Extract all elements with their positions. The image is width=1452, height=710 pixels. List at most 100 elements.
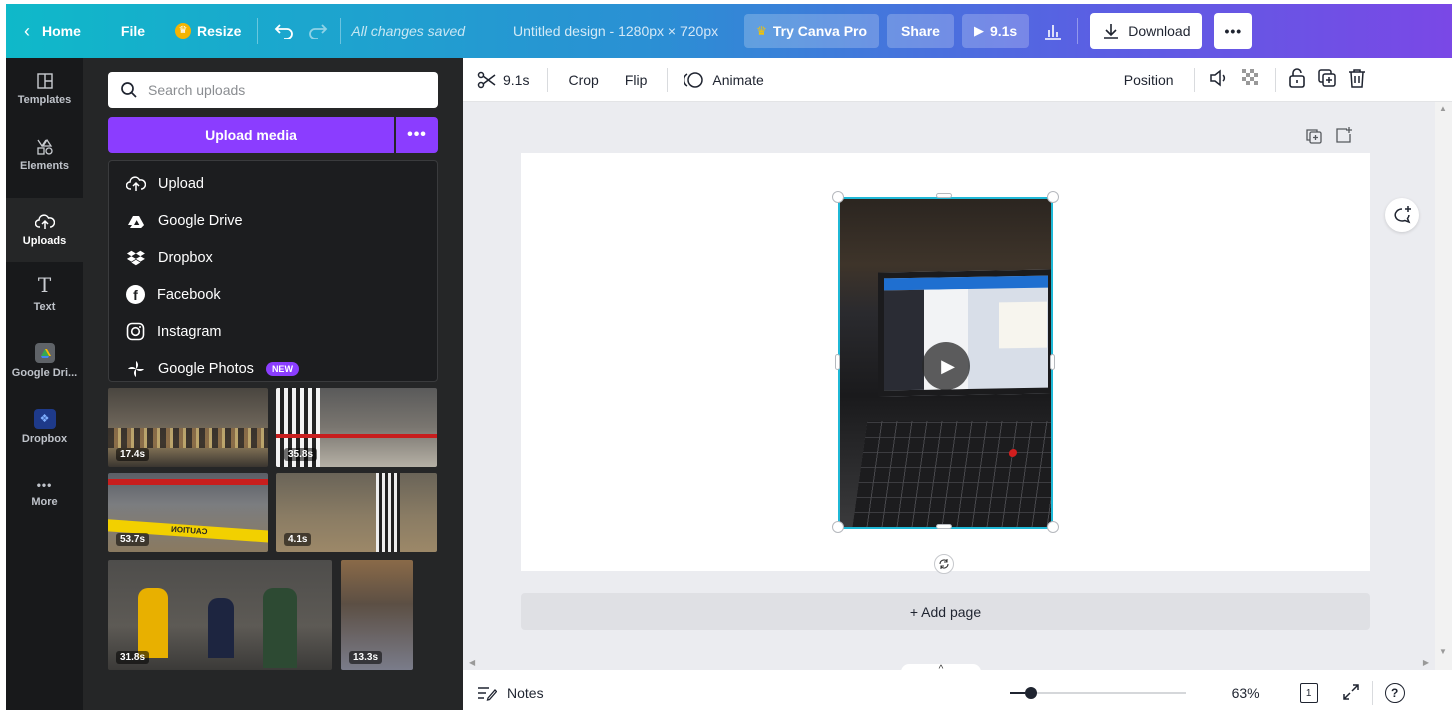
download-button[interactable]: Download (1090, 13, 1203, 49)
upload-thumbnail[interactable]: 17.4s (108, 388, 268, 467)
resize-handle[interactable] (832, 521, 844, 533)
trim-button[interactable]: 9.1s (477, 71, 529, 89)
divider (1371, 681, 1373, 705)
undo-button[interactable] (274, 23, 294, 39)
show-pages-tab[interactable]: ^ (901, 664, 981, 676)
rail-item-templates[interactable]: Templates (6, 58, 83, 120)
upload-thumbnail[interactable]: 13.3s (341, 560, 413, 670)
delete-button[interactable] (1348, 68, 1366, 91)
video-play-button[interactable]: ▶ (922, 342, 970, 390)
rail-item-text[interactable]: T Text (6, 262, 83, 324)
search-box[interactable] (108, 72, 438, 108)
scroll-up-arrow: ▲ (1439, 104, 1447, 113)
page-duplicate-button[interactable] (1306, 128, 1322, 149)
download-label: Download (1128, 23, 1191, 39)
fullscreen-button[interactable] (1342, 683, 1360, 704)
menu-item-dropbox[interactable]: Dropbox (109, 239, 437, 276)
top-bar: ‹ Home File ♛ Resize All changes saved U… (6, 4, 1452, 58)
upload-thumbnail[interactable]: CAUTION 53.7s (108, 473, 268, 552)
resize-handle[interactable] (1050, 354, 1055, 370)
redo-button[interactable] (308, 23, 328, 39)
resize-handle[interactable] (936, 524, 952, 529)
resize-handle[interactable] (835, 354, 840, 370)
position-button[interactable]: Position (1124, 72, 1174, 88)
try-canva-pro-button[interactable]: ♛ Try Canva Pro (744, 14, 880, 48)
instagram-icon (126, 322, 145, 341)
rail-item-more[interactable]: ••• More (6, 462, 83, 524)
rail-item-uploads[interactable]: Uploads (6, 198, 83, 262)
new-badge: NEW (265, 361, 299, 376)
flip-button[interactable]: Flip (625, 72, 648, 88)
document-title[interactable]: Untitled design - 1280px × 720px (513, 23, 718, 39)
notes-label: Notes (507, 685, 544, 701)
animate-button[interactable]: Animate (684, 71, 764, 89)
upload-thumbnail[interactable]: 4.1s (276, 473, 437, 552)
home-button[interactable]: ‹ Home (24, 21, 81, 42)
context-toolbar: 9.1s Crop Flip Animate Position (463, 58, 1452, 102)
zoom-track-fill (1009, 692, 1025, 694)
upload-thumbnail[interactable]: 31.8s (108, 560, 332, 670)
resize-handle[interactable] (832, 191, 844, 203)
crop-button[interactable]: Crop (568, 72, 598, 88)
video-element[interactable]: ▶ (838, 197, 1053, 529)
animate-icon (684, 71, 704, 88)
upload-thumbnail[interactable]: 35.8s (276, 388, 437, 467)
help-button[interactable]: ? (1384, 683, 1405, 703)
side-navigation-rail: Templates Elements Uploads T Text Google… (6, 58, 83, 710)
add-page-button[interactable]: + Add page (521, 593, 1370, 630)
resize-button[interactable]: ♛ Resize (175, 23, 241, 39)
divider (340, 18, 342, 44)
lock-button[interactable] (1288, 68, 1306, 91)
rotate-handle[interactable] (934, 554, 954, 574)
duration-label: 17.4s (116, 448, 150, 461)
volume-icon (1209, 69, 1225, 87)
volume-button[interactable] (1209, 69, 1229, 90)
add-page-icon-button[interactable] (1335, 126, 1353, 149)
menu-item-facebook[interactable]: f Facebook (109, 276, 437, 313)
menu-item-label: Upload (158, 175, 204, 192)
vertical-scrollbar[interactable]: ▲ ▼ (1435, 102, 1452, 670)
zoom-slider[interactable] (1009, 685, 1186, 701)
resize-handle[interactable] (936, 193, 952, 198)
expand-icon (1342, 683, 1359, 700)
crown-icon: ♛ (756, 24, 767, 38)
rail-item-dropbox[interactable]: ❖ Dropbox (6, 396, 83, 458)
insights-button[interactable] (1043, 22, 1063, 40)
menu-item-google-photos[interactable]: Google Photos NEW (109, 350, 437, 387)
design-page[interactable]: ▶ (521, 153, 1370, 574)
menu-item-upload[interactable]: Upload (109, 165, 437, 202)
menu-item-google-drive[interactable]: Google Drive (109, 202, 437, 239)
duplicate-button[interactable] (1317, 69, 1336, 90)
duration-label: 31.8s (116, 651, 150, 664)
rotate-icon (939, 559, 949, 569)
play-button[interactable]: ▶ 9.1s (961, 14, 1030, 48)
divider (1193, 67, 1195, 92)
more-options-button[interactable]: ••• (1214, 13, 1253, 49)
duration-label: 13.3s (349, 651, 383, 664)
upload-options-button[interactable]: ••• (396, 117, 438, 153)
cloud-upload-icon (126, 175, 146, 191)
rail-item-elements[interactable]: Elements (6, 124, 83, 186)
page-number: 1 (1305, 687, 1312, 699)
rail-item-google-drive[interactable]: Google Dri... (6, 330, 83, 392)
divider (1274, 67, 1276, 92)
zoom-percentage[interactable]: 63% (1232, 685, 1260, 701)
resize-handle[interactable] (1047, 191, 1059, 203)
menu-item-instagram[interactable]: Instagram (109, 313, 437, 350)
redo-icon (309, 24, 328, 39)
comment-button[interactable] (1385, 198, 1419, 232)
page-count-button[interactable]: 1 (1299, 683, 1318, 703)
dropbox-icon (126, 250, 145, 265)
transparency-button[interactable] (1241, 68, 1261, 91)
notes-icon (478, 687, 497, 701)
thumbnail-image (263, 588, 297, 668)
file-menu-button[interactable]: File (121, 23, 145, 39)
upload-media-button[interactable]: Upload media (108, 117, 394, 153)
uploads-panel: Upload media ••• Upload Google Drive Dro… (83, 58, 463, 710)
resize-handle[interactable] (1047, 521, 1059, 533)
search-icon (121, 82, 137, 98)
search-input[interactable] (148, 82, 408, 98)
zoom-slider-thumb[interactable] (1024, 687, 1037, 699)
notes-button[interactable]: Notes (477, 685, 544, 701)
share-button[interactable]: Share (887, 14, 954, 48)
